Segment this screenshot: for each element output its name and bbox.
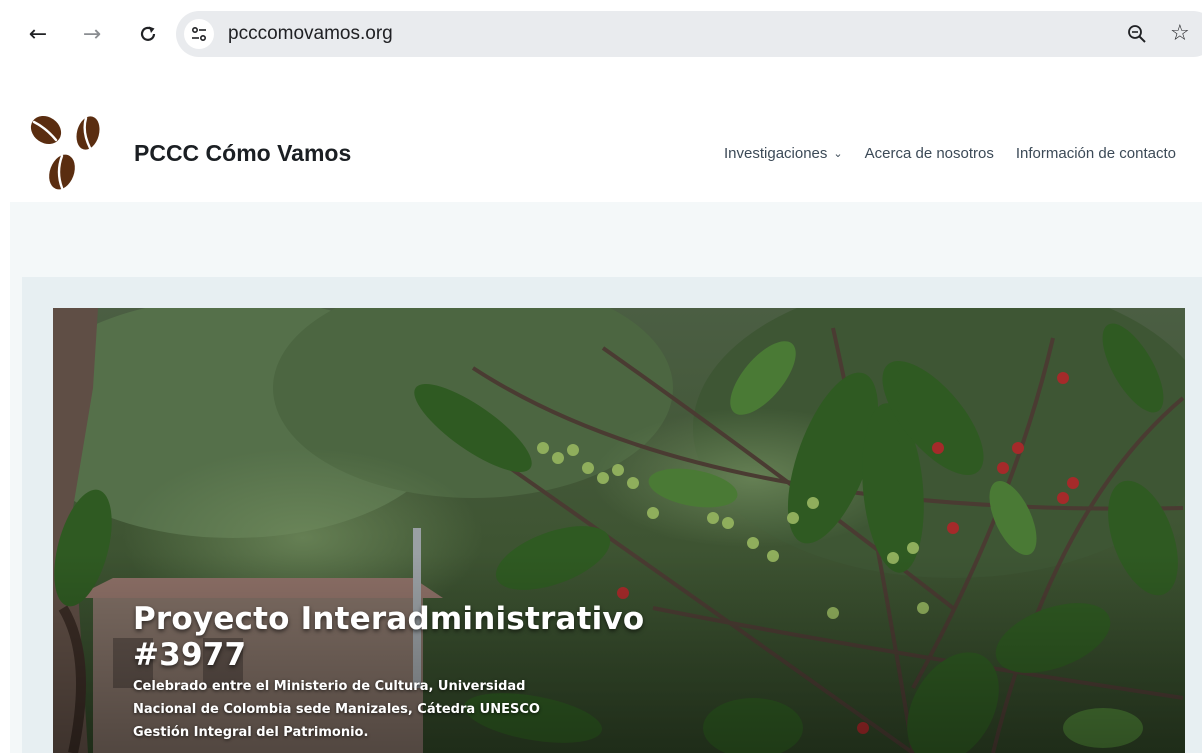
hero-title: Proyecto Interadministrativo #3977: [133, 601, 645, 673]
url-text[interactable]: pcccomovamos.org: [228, 23, 393, 45]
menu-item-label: Investigaciones: [724, 145, 828, 162]
chevron-down-icon: ⌄: [833, 147, 843, 160]
forward-button[interactable]: →: [78, 20, 106, 48]
back-button[interactable]: ←: [24, 20, 52, 48]
tune-icon: [191, 26, 207, 42]
reload-icon: [140, 26, 156, 41]
arrow-right-icon: →: [82, 21, 102, 47]
main-menu: Investigaciones ⌄ Acerca de nosotros Inf…: [724, 145, 1198, 162]
zoom-icon[interactable]: [1126, 23, 1148, 45]
arrow-left-icon: ←: [28, 21, 48, 47]
menu-item-label: Acerca de nosotros: [864, 145, 994, 162]
star-icon[interactable]: ☆: [1170, 21, 1190, 46]
site-title[interactable]: PCCC Cómo Vamos: [134, 140, 351, 167]
hero-banner: Proyecto Interadministrativo #3977 Celeb…: [53, 308, 1185, 753]
reload-button[interactable]: [134, 20, 162, 48]
coffee-beans-logo[interactable]: [24, 110, 108, 194]
browser-toolbar: ← → pcccomovamos.org ☆: [0, 0, 1202, 70]
site-info-button[interactable]: [184, 19, 214, 49]
site-header: PCCC Cómo Vamos Investigaciones ⌄ Acerca…: [0, 70, 1202, 202]
menu-item-contacto[interactable]: Información de contacto: [1016, 145, 1176, 162]
menu-item-acerca[interactable]: Acerca de nosotros: [865, 145, 994, 162]
menu-item-investigaciones[interactable]: Investigaciones ⌄: [724, 145, 843, 162]
hero-subtitle: Celebrado entre el Ministerio de Cultura…: [133, 679, 540, 740]
address-bar[interactable]: pcccomovamos.org ☆: [176, 11, 1202, 57]
hero-text: Proyecto Interadministrativo #3977 Celeb…: [133, 601, 753, 744]
menu-item-label: Información de contacto: [1015, 145, 1176, 162]
